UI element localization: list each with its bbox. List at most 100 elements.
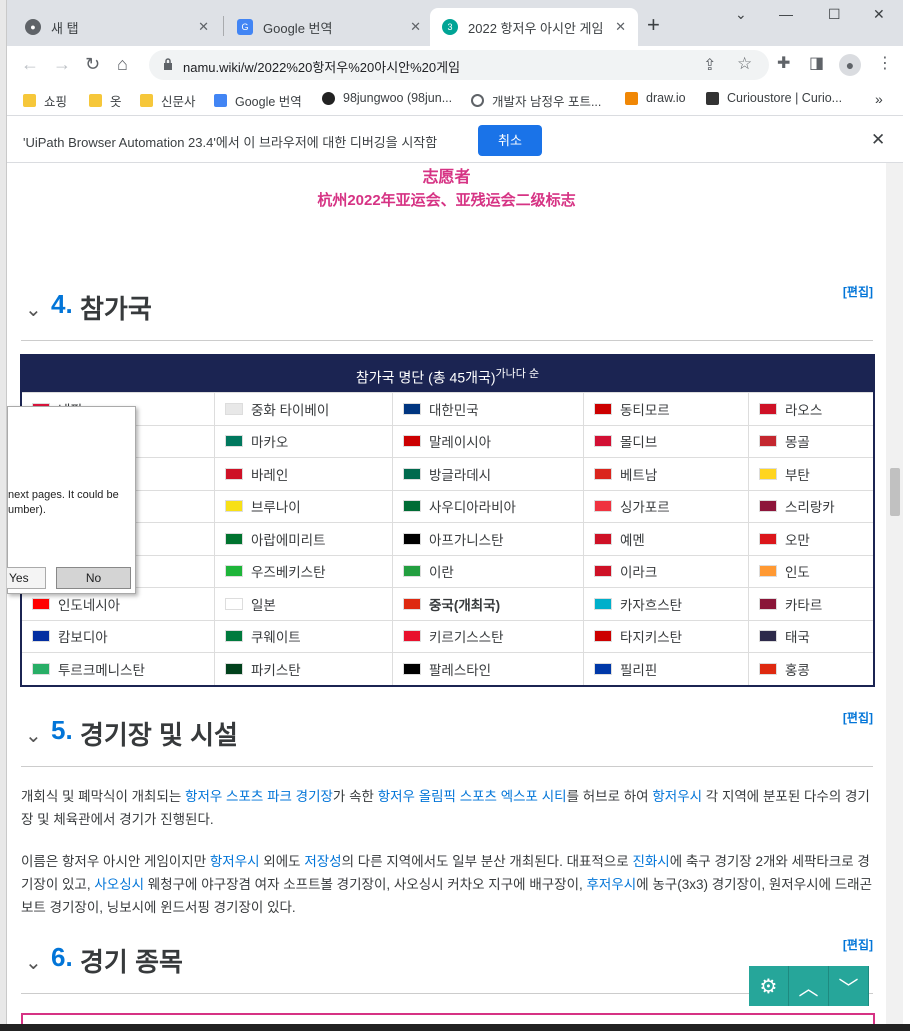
country-link[interactable]: 키르기스스탄 [429, 626, 504, 646]
tab-asian-games[interactable]: 3 2022 항저우 아시안 게임 ✕ [430, 8, 638, 46]
country-link[interactable]: 우즈베키스탄 [251, 561, 326, 581]
country-link[interactable]: 파키스탄 [251, 659, 301, 679]
link-hangzhou[interactable]: 항저우시 [652, 789, 702, 804]
flag-icon [759, 597, 777, 610]
country-link[interactable]: 라오스 [785, 399, 822, 419]
country-link[interactable]: 사우디아라비아 [429, 496, 516, 516]
bookmark-folder-shopping[interactable]: 쇼핑 [23, 91, 67, 110]
bookmark-curiostore[interactable]: Curioustore | Curio... [706, 91, 842, 105]
country-link[interactable]: 예멘 [620, 529, 645, 549]
country-link[interactable]: 인도 [785, 561, 810, 581]
yes-button[interactable]: Yes [7, 567, 46, 589]
maximize-button[interactable]: ☐ [828, 6, 841, 23]
country-link[interactable]: 팔레스타인 [429, 659, 491, 679]
bookmark-star-icon[interactable]: ☆ [737, 54, 752, 74]
link-olympic-expo-city[interactable]: 항저우 올림픽 스포츠 엑스포 시티 [378, 789, 567, 804]
extensions-puzzle-icon[interactable]: ✚ [777, 54, 790, 74]
new-tab-button[interactable]: + [647, 14, 660, 36]
country-link[interactable]: 카자흐스탄 [620, 594, 682, 614]
bookmark-drawio[interactable]: draw.io [625, 91, 686, 105]
more-bookmarks-chevron-icon[interactable]: » [875, 91, 883, 107]
collapse-chevron-icon[interactable]: ⌄ [25, 297, 42, 322]
tab-google-translate[interactable]: G Google 번역 ✕ [225, 8, 433, 46]
close-tab-icon[interactable]: ✕ [198, 19, 209, 35]
country-link[interactable]: 필리핀 [620, 659, 657, 679]
country-link[interactable]: 몰디브 [620, 431, 657, 451]
close-tab-icon[interactable]: ✕ [615, 19, 626, 35]
link-sports-park[interactable]: 항저우 스포츠 파크 경기장 [185, 789, 333, 804]
no-button[interactable]: No [56, 567, 131, 589]
country-link[interactable]: 이라크 [620, 561, 657, 581]
tab-new-tab[interactable]: ● 새 탭 ✕ [13, 8, 221, 46]
country-link[interactable]: 아프가니스탄 [429, 529, 504, 549]
bookmark-folder-clothes[interactable]: 옷 [89, 91, 122, 110]
country-link[interactable]: 방글라데시 [429, 464, 491, 484]
country-link[interactable]: 일본 [251, 594, 276, 614]
country-link[interactable]: 캄보디아 [58, 626, 108, 646]
edit-link[interactable]: [편집] [843, 936, 873, 953]
share-icon[interactable]: ⇪ [703, 55, 716, 75]
profile-avatar-icon[interactable]: ● [839, 54, 861, 76]
country-link[interactable]: 중화 타이베이 [251, 399, 329, 419]
section-number[interactable]: 6. [51, 942, 73, 973]
scrollbar-thumb[interactable] [890, 468, 900, 516]
forward-arrow-icon[interactable]: → [53, 54, 71, 74]
menu-kebab-icon[interactable]: ⋮ [877, 54, 893, 74]
scroll-down-chevron-icon[interactable]: ﹀ [829, 966, 869, 1006]
country-link[interactable]: 부탄 [785, 464, 810, 484]
country-link[interactable]: 싱가포르 [620, 496, 670, 516]
country-link[interactable]: 마카오 [251, 431, 288, 451]
country-link[interactable]: 타지키스탄 [620, 626, 682, 646]
country-link[interactable]: 카타르 [785, 594, 822, 614]
country-link[interactable]: 홍콩 [785, 659, 810, 679]
bookmark-folder-news[interactable]: 신문사 [140, 91, 196, 110]
link-huzhou[interactable]: 후저우시 [587, 877, 637, 892]
country-link[interactable]: 스리랑카 [785, 496, 835, 516]
section-number[interactable]: 5. [51, 715, 73, 746]
edit-link[interactable]: [편집] [843, 709, 873, 726]
collapse-chevron-icon[interactable]: ⌄ [25, 723, 42, 748]
country-link[interactable]: 인도네시아 [58, 594, 120, 614]
country-link[interactable]: 몽골 [785, 431, 810, 451]
cancel-debugging-button[interactable]: 취소 [478, 125, 542, 156]
home-icon[interactable]: ⌂ [117, 54, 128, 74]
country-link[interactable]: 말레이시아 [429, 431, 491, 451]
scroll-up-chevron-icon[interactable]: ︿ [789, 966, 829, 1006]
link-shaoxing[interactable]: 사오싱시 [94, 877, 144, 892]
country-link[interactable]: 동티모르 [620, 399, 670, 419]
section-number[interactable]: 4. [51, 289, 73, 320]
link-jinhua[interactable]: 진화시 [632, 854, 669, 869]
country-link[interactable]: 브루나이 [251, 496, 301, 516]
flag-icon [225, 565, 243, 578]
bookmark-google-translate[interactable]: Google 번역 [214, 91, 302, 110]
country-link[interactable]: 베트남 [620, 464, 657, 484]
country-link[interactable]: 대한민국 [429, 399, 479, 419]
country-link[interactable]: 쿠웨이트 [251, 626, 301, 646]
country-link[interactable]: 투르크메니스탄 [58, 659, 145, 679]
close-tab-icon[interactable]: ✕ [410, 19, 421, 35]
close-window-button[interactable]: ✕ [873, 6, 885, 23]
tab-search-chevron-icon[interactable]: ⌄ [735, 6, 747, 23]
bookmark-portfolio[interactable]: 개발자 남정우 포트... [471, 91, 601, 110]
edit-link[interactable]: [편집] [843, 283, 873, 300]
country-link[interactable]: 태국 [785, 626, 810, 646]
address-bar[interactable]: namu.wiki/w/2022%20항저우%20아시안%20게임 ⇪ ☆ [149, 50, 769, 80]
collapse-chevron-icon[interactable]: ⌄ [25, 950, 42, 975]
flag-icon [225, 402, 243, 415]
bookmark-github[interactable]: 98jungwoo (98jun... [322, 91, 452, 105]
side-panel-icon[interactable]: ◨ [809, 54, 824, 74]
country-cell: 태국 [748, 620, 873, 652]
country-link[interactable]: 아랍에미리트 [251, 529, 326, 549]
country-link[interactable]: 바레인 [251, 464, 288, 484]
link-hangzhou[interactable]: 항저우시 [210, 854, 260, 869]
country-link[interactable]: 중국(개최국) [429, 594, 500, 614]
page-scrollbar[interactable] [886, 163, 903, 1031]
settings-gear-icon[interactable]: ⚙ [749, 966, 789, 1006]
link-zhejiang[interactable]: 저장성 [304, 854, 341, 869]
country-link[interactable]: 오만 [785, 529, 810, 549]
close-infobar-icon[interactable]: ✕ [871, 130, 885, 150]
back-arrow-icon[interactable]: ← [21, 54, 39, 74]
reload-icon[interactable]: ↻ [85, 54, 100, 74]
country-link[interactable]: 이란 [429, 561, 454, 581]
minimize-button[interactable]: — [779, 6, 793, 22]
